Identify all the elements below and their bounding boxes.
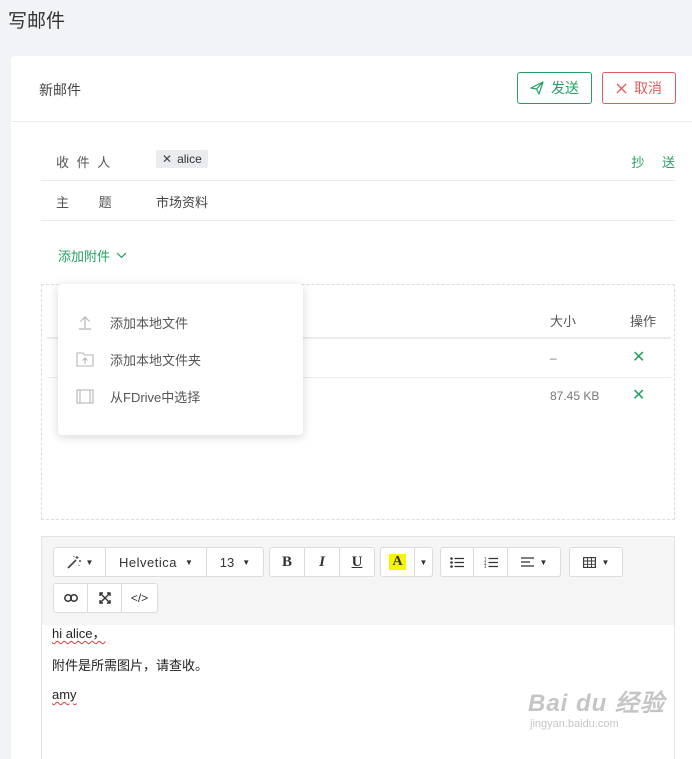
toolbar-group-style: ▼ Helvetica ▼ 13 ▼ (53, 547, 264, 577)
body-line-3: amy (52, 687, 77, 702)
cancel-label: 取消 (634, 80, 662, 96)
to-label: 收 件 人 (56, 155, 111, 170)
send-label: 发送 (551, 80, 579, 96)
toolbar-group-color: A ▼ (380, 547, 433, 577)
align-left-icon (520, 557, 534, 567)
compose-card: 新邮件 发送 取消 收 件 人 ✕ alice 抄 送 主 题 市场资料 添加附… (11, 56, 692, 759)
toolbar-group-format: B I U (269, 547, 375, 577)
folder-upload-icon (76, 352, 94, 367)
baidu-watermark: Bai du 经验 jingyan.baidu.com (528, 683, 665, 730)
compose-title: 新邮件 (39, 82, 81, 98)
greeting-text: hi alice， (52, 626, 106, 641)
menu-item-label: 添加本地文件 (110, 315, 189, 331)
font-family-select[interactable]: Helvetica ▼ (106, 548, 207, 576)
menu-item-add-local-folder[interactable]: 添加本地文件夹 (76, 349, 201, 369)
subject-input[interactable]: 市场资料 (156, 192, 208, 211)
signature-text: amy (52, 687, 77, 702)
add-attachment-dropdown[interactable]: 添加附件 (58, 246, 127, 265)
caret-down-icon: ▼ (185, 557, 193, 567)
bullet-list-button[interactable] (441, 548, 474, 576)
highlight-color-button[interactable]: A (381, 548, 415, 576)
numbered-list-icon: 123 (484, 557, 498, 568)
attachment-size: 87.45 KB (550, 389, 600, 403)
column-action: 操作 (630, 314, 657, 329)
table-dropdown[interactable]: ▼ (570, 548, 622, 576)
column-size: 大小 (550, 314, 577, 329)
fullscreen-button[interactable] (88, 584, 122, 612)
highlight-dropdown[interactable]: ▼ (415, 548, 432, 576)
toolbar-group-table: ▼ (569, 547, 623, 577)
caret-down-icon: ▼ (601, 557, 610, 567)
recipient-row: 收 件 人 ✕ alice 抄 送 (41, 141, 675, 181)
align-dropdown[interactable]: ▼ (508, 548, 560, 576)
table-icon (582, 556, 596, 568)
chevron-down-icon (116, 252, 127, 259)
delete-attachment-icon[interactable]: ✕ (632, 350, 645, 366)
numbered-list-button[interactable]: 123 (474, 548, 508, 576)
compose-header: 新邮件 发送 取消 (11, 56, 692, 122)
attachment-size: – (550, 351, 557, 365)
link-icon (63, 594, 78, 602)
cc-link[interactable]: 抄 送 (631, 152, 675, 171)
caret-down-icon: ▼ (85, 557, 94, 567)
code-view-button[interactable]: </> (122, 584, 157, 612)
magic-wand-icon (66, 556, 81, 569)
underline-button[interactable]: U (340, 548, 374, 576)
style-dropdown[interactable]: ▼ (54, 548, 106, 576)
font-name-label: Helvetica (119, 554, 178, 570)
font-size-label: 13 (219, 554, 235, 570)
menu-item-label: 添加本地文件夹 (110, 352, 202, 368)
bullet-list-icon (450, 556, 464, 568)
body-line-1: hi alice， (52, 623, 105, 642)
highlight-letter: A (389, 554, 406, 570)
toolbar-group-insert: </> (53, 583, 158, 613)
editor-toolbar: ▼ Helvetica ▼ 13 ▼ B I U A ▼ 1 2 3 ▼ ▼ <… (42, 537, 674, 625)
recipient-name: alice (177, 152, 202, 166)
expand-icon (98, 592, 111, 604)
delete-attachment-icon[interactable]: ✕ (632, 388, 645, 404)
close-icon (616, 83, 627, 93)
menu-item-fdrive[interactable]: 从FDrive中选择 (76, 386, 200, 406)
page-title: 写邮件 (8, 11, 66, 32)
attachment-menu: 添加本地文件 添加本地文件夹 从FDrive中选择 (58, 284, 303, 435)
send-button[interactable]: 发送 (517, 72, 592, 104)
watermark-url: jingyan.baidu.com (530, 718, 619, 730)
subject-label: 主 题 (56, 195, 112, 210)
fdrive-icon (76, 389, 94, 404)
subject-row: 主 题 市场资料 (41, 181, 675, 221)
add-attachment-label: 添加附件 (58, 249, 111, 264)
svg-text:3: 3 (484, 564, 487, 568)
font-size-select[interactable]: 13 ▼ (207, 548, 263, 576)
caret-down-icon: ▼ (539, 557, 548, 567)
cancel-button[interactable]: 取消 (602, 72, 676, 104)
italic-button[interactable]: I (305, 548, 340, 576)
toolbar-group-para: 123 ▼ (440, 547, 561, 577)
paper-plane-icon (530, 81, 544, 95)
caret-down-icon: ▼ (242, 557, 251, 567)
body-line-2: 附件是所需图片，请查收。 (52, 658, 209, 673)
menu-item-add-local-file[interactable]: 添加本地文件 (76, 312, 188, 332)
watermark-brand: Bai du 经验 (528, 690, 666, 717)
remove-recipient-icon[interactable]: ✕ (162, 152, 172, 166)
link-button[interactable] (54, 584, 88, 612)
menu-item-label: 从FDrive中选择 (110, 389, 201, 405)
upload-icon (79, 316, 91, 330)
bold-button[interactable]: B (270, 548, 305, 576)
recipient-chip[interactable]: ✕ alice (156, 150, 208, 168)
